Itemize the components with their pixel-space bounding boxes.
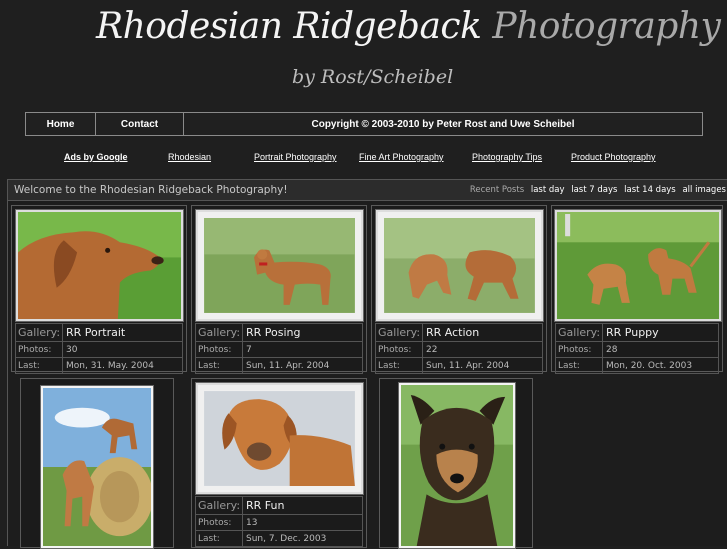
gallery-name-link[interactable]: RR Puppy <box>603 324 718 341</box>
ad-link-photography-tips[interactable]: Photography Tips <box>472 152 542 162</box>
ad-link-rhodesian[interactable]: Rhodesian <box>168 152 211 162</box>
nav-home-link[interactable]: Home <box>26 113 96 135</box>
last-label: Last: <box>376 358 423 373</box>
site-title-main: Rhodesian Ridgeback <box>96 6 482 47</box>
gallery-card-haybale <box>20 378 174 549</box>
gallery-thumbnail-puppy-portrait[interactable] <box>398 382 516 549</box>
last-updated: Mon, 20. Oct. 2003 <box>606 360 693 371</box>
copyright-text: Copyright © 2003-2010 by Peter Rost and … <box>311 118 575 130</box>
portrait-dog-photo <box>18 212 181 319</box>
ad-link-fine-art-photography[interactable]: Fine Art Photography <box>359 152 444 162</box>
top-navigation: Home Contact Copyright © 2003-2010 by Pe… <box>25 112 703 136</box>
recent-last-day-link[interactable]: last day <box>531 185 565 195</box>
gallery-card-rr-portrait: Gallery: RR Portrait Photos: 30 Last: Mon, … <box>11 205 187 374</box>
gallery-card-rr-action: Gallery: RR Action Photos: 22 Last: Sun, 11… <box>371 205 547 374</box>
photos-label: Photos: <box>376 342 423 357</box>
last-label: Last: <box>16 358 63 373</box>
gallery-thumbnail-rr-fun[interactable] <box>195 382 364 495</box>
gallery-card-rr-posing: Gallery: RR Posing Photos: 7 Last: Sun, 11.… <box>191 205 367 374</box>
ads-bar: Ads by Google Rhodesian Portrait Photogr… <box>0 152 727 166</box>
photos-count: 22 <box>426 344 438 355</box>
gallery-name-link[interactable]: RR Action <box>423 324 542 341</box>
gallery-label: Gallery: <box>196 324 243 341</box>
recent-posts: Recent Posts last day last 7 days last 1… <box>470 185 726 195</box>
last-updated: Sun, 7. Dec. 2003 <box>246 533 327 544</box>
gallery-thumbnail-haybale[interactable] <box>40 385 154 549</box>
gallery-card-puppy-portrait <box>379 378 533 549</box>
photos-label: Photos: <box>196 342 243 357</box>
photos-count: 30 <box>66 344 78 355</box>
gallery-label: Gallery: <box>16 324 63 341</box>
nav-contact-link[interactable]: Contact <box>96 113 184 135</box>
gallery-name-link[interactable]: RR Portrait <box>63 324 182 341</box>
gallery-info-rr-action: Gallery: RR Action Photos: 22 Last: Sun, 11… <box>375 323 543 374</box>
gallery-label: Gallery: <box>376 324 423 341</box>
photos-count: 7 <box>246 344 252 355</box>
site-subtitle: by Rost/Scheibel <box>292 66 454 88</box>
photos-label: Photos: <box>556 342 603 357</box>
puppy-dogs-photo <box>557 212 719 319</box>
gallery-label: Gallery: <box>196 497 243 514</box>
photos-count: 28 <box>606 344 618 355</box>
last-updated: Sun, 11. Apr. 2004 <box>246 360 330 371</box>
last-label: Last: <box>196 531 243 546</box>
recent-posts-label: Recent Posts <box>469 185 525 195</box>
gallery-info-rr-posing: Gallery: RR Posing Photos: 7 Last: Sun, 11.… <box>195 323 363 374</box>
site-title: Rhodesian Ridgeback Photography <box>96 6 721 47</box>
last-updated: Sun, 11. Apr. 2004 <box>426 360 510 371</box>
gallery-panel-header: Welcome to the Rhodesian Ridgeback Photo… <box>8 180 727 201</box>
welcome-text: Welcome to the Rhodesian Ridgeback Photo… <box>14 184 288 196</box>
site-title-accent: Photography <box>492 6 721 47</box>
ad-link-portrait-photography[interactable]: Portrait Photography <box>254 152 337 162</box>
last-label: Last: <box>556 358 603 373</box>
recent-last-14-days-link[interactable]: last 14 days <box>624 185 676 195</box>
shepherd-puppy-photo <box>401 385 513 546</box>
photos-count: 13 <box>246 517 258 528</box>
gallery-card-rr-puppy: Gallery: RR Puppy Photos: 28 Last: Mon, 20.… <box>551 205 723 374</box>
gallery-thumbnail-rr-puppy[interactable] <box>554 209 722 322</box>
gallery-thumbnail-rr-portrait[interactable] <box>15 209 184 322</box>
gallery-name-link[interactable]: RR Posing <box>243 324 362 341</box>
photos-label: Photos: <box>196 515 243 530</box>
gallery-thumbnail-rr-posing[interactable] <box>195 209 364 322</box>
gallery-panel: Welcome to the Rhodesian Ridgeback Photo… <box>7 179 727 549</box>
gallery-info-rr-fun: Gallery: RR Fun Photos: 13 Last: Sun, 7. De… <box>195 496 363 547</box>
fun-dog-photo <box>198 385 361 492</box>
gallery-name-link[interactable]: RR Fun <box>243 497 362 514</box>
action-dogs-photo <box>378 212 541 319</box>
posing-dog-photo <box>198 212 361 319</box>
site-header: Rhodesian Ridgeback Photography by Rost/… <box>0 0 727 105</box>
gallery-info-rr-portrait: Gallery: RR Portrait Photos: 30 Last: Mon, … <box>15 323 183 374</box>
ad-link-product-photography[interactable]: Product Photography <box>571 152 656 162</box>
gallery-thumbnail-rr-action[interactable] <box>375 209 544 322</box>
gallery-info-rr-puppy: Gallery: RR Puppy Photos: 28 Last: Mon, 20.… <box>555 323 719 374</box>
haybale-dogs-photo <box>43 388 151 546</box>
recent-all-images-link[interactable]: all images <box>682 185 726 195</box>
ads-by-google-link[interactable]: Ads by Google <box>64 152 128 162</box>
last-label: Last: <box>196 358 243 373</box>
gallery-card-rr-fun: Gallery: RR Fun Photos: 13 Last: Sun, 7. De… <box>191 378 367 548</box>
last-updated: Mon, 31. May. 2004 <box>66 360 154 371</box>
photos-label: Photos: <box>16 342 63 357</box>
recent-last-7-days-link[interactable]: last 7 days <box>571 185 617 195</box>
gallery-label: Gallery: <box>556 324 603 341</box>
